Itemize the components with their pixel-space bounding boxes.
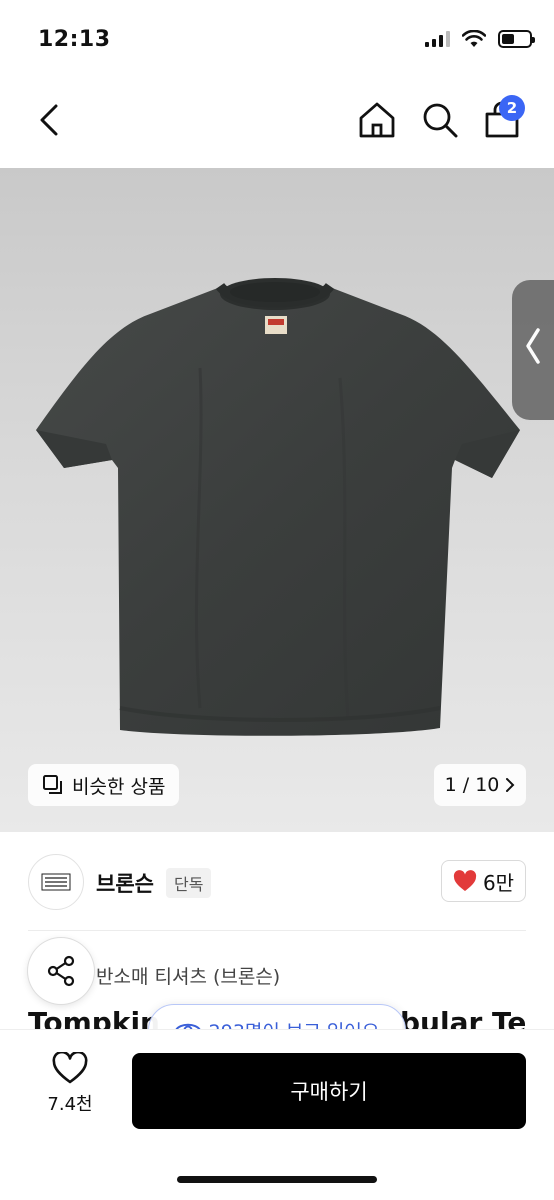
image-page-indicator[interactable]: 1 / 10 <box>434 764 526 806</box>
home-icon[interactable] <box>356 98 398 142</box>
status-icons <box>425 30 535 48</box>
divider <box>28 930 526 931</box>
home-indicator <box>177 1176 377 1183</box>
cellular-signal-icon <box>425 31 450 47</box>
cart-count-badge: 2 <box>499 95 525 121</box>
top-nav <box>0 80 554 168</box>
share-icon <box>47 955 75 987</box>
product-title-end: bular Te <box>400 1006 527 1032</box>
brand-row: 브론슨 단독 6만 <box>0 832 554 930</box>
brand-logo-image <box>41 873 71 891</box>
buy-button[interactable]: 구매하기 <box>132 1053 526 1129</box>
exclusive-badge: 단독 <box>166 868 212 898</box>
status-time: 12:13 <box>38 27 111 52</box>
heart-filled-icon <box>453 870 477 891</box>
product-image-gallery[interactable]: 비슷한 상품 1 / 10 <box>0 168 554 832</box>
product-title-start: Tompkin <box>28 1006 160 1032</box>
side-panel-tab[interactable] <box>512 280 554 420</box>
brand-like-button[interactable]: 6만 <box>441 860 526 902</box>
wishlist-count: 7.4천 <box>47 1094 93 1115</box>
search-icon[interactable] <box>420 98 460 142</box>
chevron-right-icon <box>506 778 515 792</box>
status-bar: 12:13 <box>0 0 554 80</box>
wifi-icon <box>462 30 486 47</box>
product-category[interactable]: 반소매 티셔츠 (브론슨) <box>96 962 280 989</box>
brand-name[interactable]: 브론슨 <box>96 868 154 898</box>
brand-logo[interactable] <box>28 854 84 910</box>
wishlist-button[interactable]: 7.4천 <box>30 1052 110 1122</box>
chevron-left-icon <box>526 328 540 364</box>
similar-icon <box>43 775 62 794</box>
share-button[interactable] <box>28 938 94 1004</box>
bottom-action-bar: 7.4천 구매하기 <box>0 1030 554 1200</box>
heart-outline-icon <box>52 1052 88 1084</box>
battery-icon <box>498 30 535 48</box>
brand-like-count: 6만 <box>482 870 515 895</box>
product-image <box>36 278 520 736</box>
page-indicator-text: 1 / 10 <box>444 774 500 796</box>
similar-products-label: 비슷한 상품 <box>72 775 166 798</box>
back-arrow-icon[interactable] <box>32 100 68 140</box>
similar-products-button[interactable]: 비슷한 상품 <box>28 764 180 806</box>
